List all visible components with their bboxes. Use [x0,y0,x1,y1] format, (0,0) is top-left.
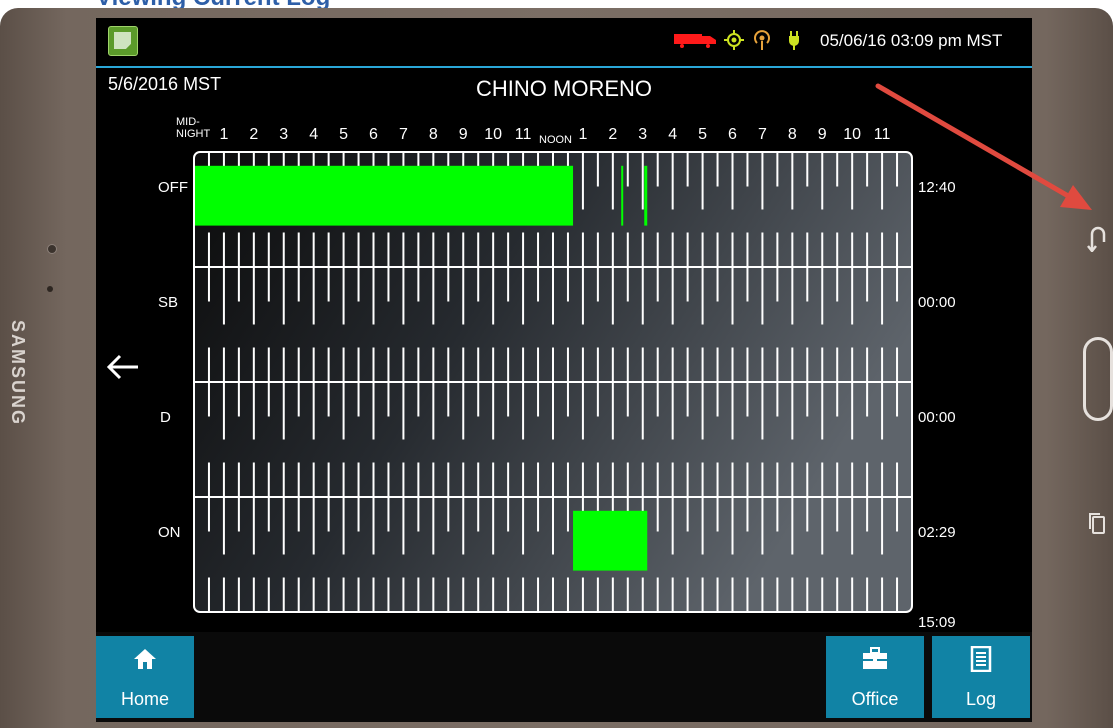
annotation-arrow [875,83,1092,210]
